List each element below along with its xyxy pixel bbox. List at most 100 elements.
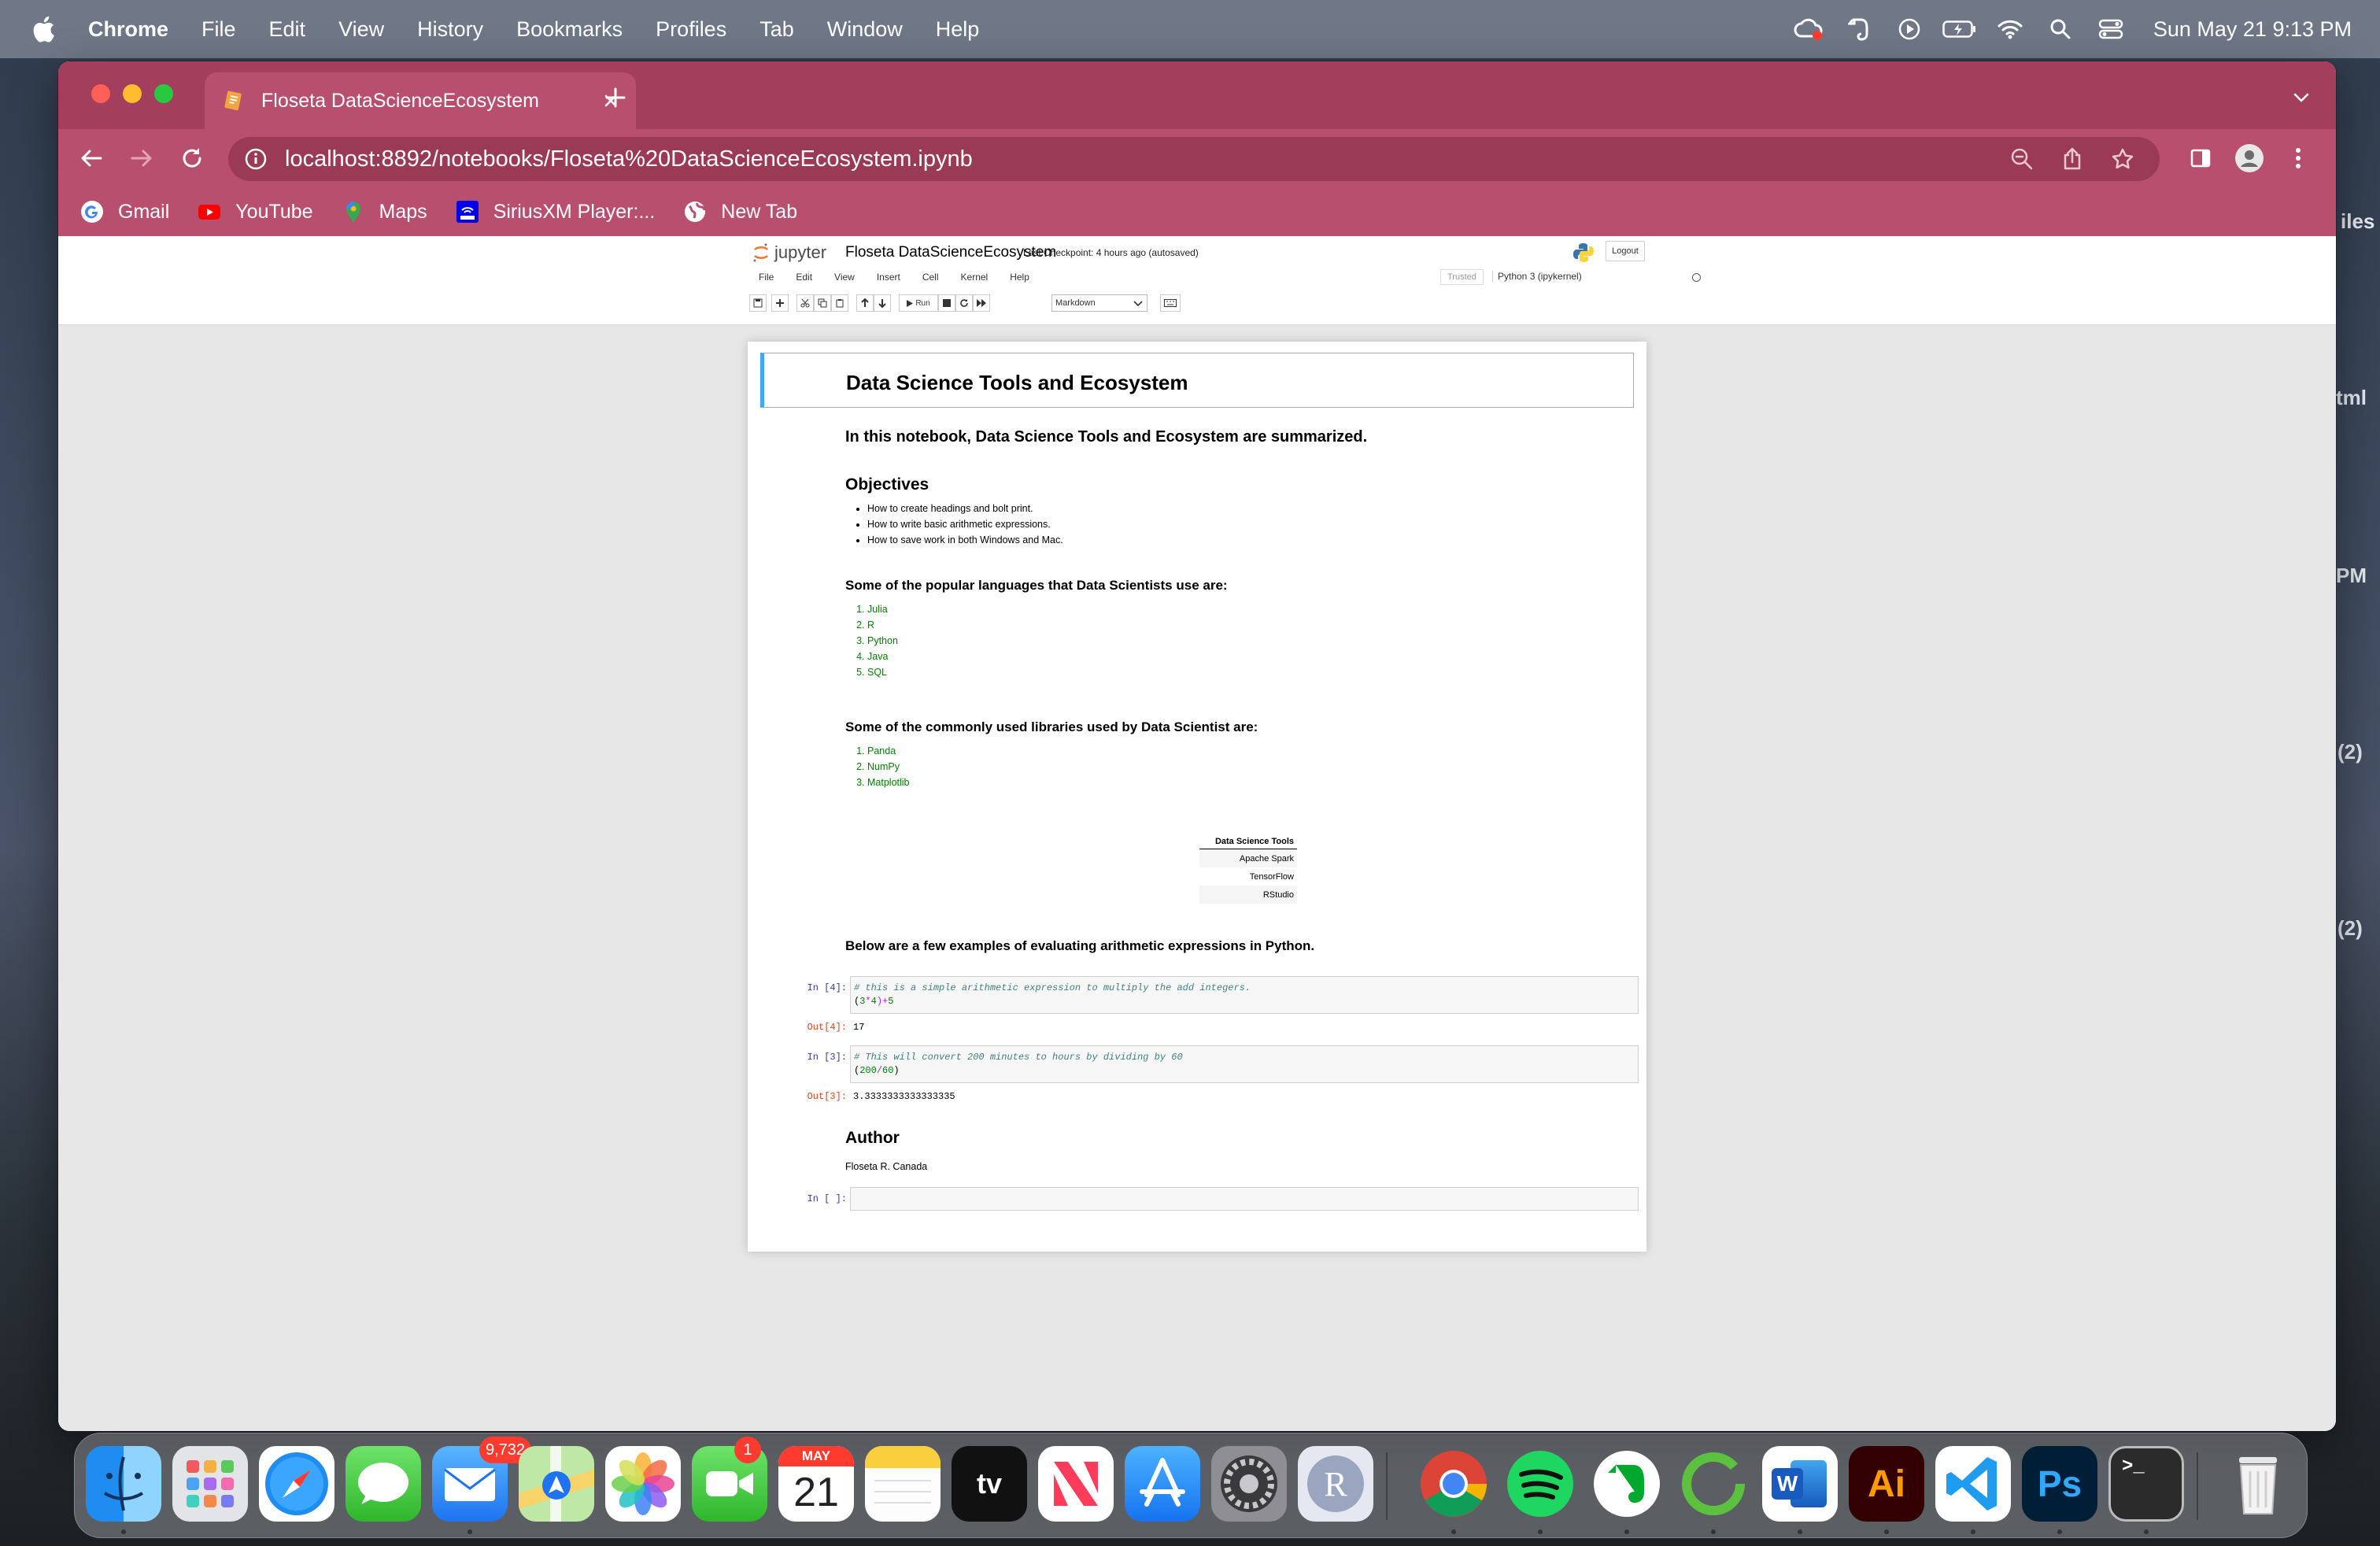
r-app-icon[interactable]: R	[1298, 1446, 1373, 1522]
ring-app-icon[interactable]	[1676, 1446, 1751, 1522]
profile-avatar-icon[interactable]	[2234, 142, 2265, 174]
kernel-name[interactable]: Python 3 (ipykernel)	[1492, 271, 1582, 282]
zoom-window-button[interactable]	[154, 84, 173, 103]
menu-history[interactable]: History	[417, 17, 483, 42]
copy-icon[interactable]	[814, 294, 831, 312]
photoshop-icon[interactable]: Ps	[2022, 1446, 2097, 1522]
insert-cell-plus-icon[interactable]	[771, 294, 789, 312]
chrome-menu-kebab-icon[interactable]	[2282, 142, 2314, 174]
control-center-icon[interactable]	[2094, 12, 2128, 46]
paste-icon[interactable]	[831, 294, 848, 312]
menu-app-name[interactable]: Chrome	[88, 17, 168, 42]
r-label: R	[1307, 1455, 1364, 1512]
jupyter-logo[interactable]: jupyter	[752, 242, 826, 263]
move-up-arrow-icon[interactable]	[856, 294, 874, 312]
launchpad-icon[interactable]	[172, 1446, 248, 1522]
jupyter-menu-edit[interactable]: Edit	[796, 272, 812, 283]
menu-edit[interactable]: Edit	[269, 17, 306, 42]
system-settings-icon[interactable]	[1211, 1446, 1287, 1522]
running-indicator	[121, 1529, 126, 1534]
reload-icon[interactable]	[176, 142, 208, 174]
code-cell-input[interactable]: # this is a simple arithmetic expression…	[850, 976, 1639, 1014]
cut-scissors-icon[interactable]	[796, 294, 814, 312]
illustrator-icon[interactable]: Ai	[1849, 1446, 1924, 1522]
app-store-icon[interactable]	[1125, 1446, 1200, 1522]
cell-output: 17	[853, 1022, 865, 1033]
spotify-icon[interactable]	[1502, 1446, 1578, 1522]
forward-arrow-icon[interactable]	[126, 142, 157, 174]
photos-icon[interactable]	[605, 1446, 681, 1522]
restart-kernel-icon[interactable]	[955, 294, 973, 312]
creative-cloud-icon[interactable]	[1791, 12, 1826, 46]
maps-icon[interactable]	[519, 1446, 594, 1522]
news-icon[interactable]	[1038, 1446, 1114, 1522]
logout-button[interactable]: Logout	[1606, 241, 1645, 261]
jupyter-menu-insert[interactable]: Insert	[877, 272, 900, 283]
selected-markdown-cell[interactable]: Data Science Tools and Ecosystem	[760, 353, 1634, 408]
share-icon[interactable]	[2059, 146, 2086, 172]
menu-tab[interactable]: Tab	[759, 17, 794, 42]
restart-run-all-icon[interactable]	[973, 294, 990, 312]
spotlight-search-icon[interactable]	[2043, 12, 2078, 46]
apple-tv-icon[interactable]: tv	[952, 1446, 1027, 1522]
code-cell-input[interactable]: # This will convert 200 minutes to hours…	[850, 1045, 1639, 1083]
bookmark-gmail[interactable]: Gmail	[80, 200, 169, 224]
bookmark-maps[interactable]: Maps	[342, 200, 427, 224]
tab-search-chevron-icon[interactable]	[2286, 82, 2317, 113]
code-line: (3*4)+5	[854, 995, 1635, 1008]
close-window-button[interactable]	[91, 84, 110, 103]
new-tab-icon[interactable]	[600, 82, 631, 113]
cell-type-select[interactable]: Markdown	[1051, 294, 1148, 312]
jupyter-menu-help[interactable]: Help	[1010, 272, 1029, 283]
command-palette-keyboard-icon[interactable]	[1160, 294, 1181, 312]
menu-view[interactable]: View	[338, 17, 384, 42]
save-icon[interactable]	[749, 294, 767, 312]
interrupt-stop-icon[interactable]	[938, 294, 955, 312]
back-arrow-icon[interactable]	[76, 142, 107, 174]
menu-file[interactable]: File	[201, 17, 236, 42]
apple-menu-icon[interactable]	[30, 16, 57, 43]
notes-icon[interactable]	[865, 1446, 941, 1522]
finder-icon[interactable]	[86, 1446, 161, 1522]
vscode-icon[interactable]	[1935, 1446, 2011, 1522]
minimize-window-button[interactable]	[123, 84, 142, 103]
run-button[interactable]: Run	[899, 294, 938, 312]
menu-window[interactable]: Window	[827, 17, 903, 42]
jupyter-menu-file[interactable]: File	[759, 272, 774, 283]
notebook-container: Data Science Tools and Ecosystem In this…	[748, 342, 1646, 1252]
bookmark-label: Maps	[379, 200, 427, 223]
terminal-icon[interactable]: >_	[2108, 1446, 2184, 1522]
menubar-clock[interactable]: Sun May 21 9:13 PM	[2153, 17, 2352, 42]
side-panel-icon[interactable]	[2185, 142, 2216, 174]
jupyter-menu-kernel[interactable]: Kernel	[961, 272, 989, 283]
url-text[interactable]: localhost:8892/notebooks/Floseta%20DataS…	[285, 146, 2009, 172]
bookmark-youtube[interactable]: YouTube	[198, 200, 313, 224]
zoom-icon[interactable]	[2009, 146, 2035, 172]
safari-icon[interactable]	[259, 1446, 334, 1522]
jupyter-menu-cell[interactable]: Cell	[922, 272, 939, 283]
calendar-icon[interactable]: MAY 21	[778, 1446, 854, 1522]
bookmark-siriusxm[interactable]: SiriusXM Player:...	[456, 200, 655, 224]
play-circle-icon[interactable]	[1892, 12, 1927, 46]
battery-icon[interactable]	[1942, 12, 1977, 46]
trusted-badge[interactable]: Trusted	[1440, 269, 1484, 285]
empty-code-cell[interactable]	[850, 1187, 1639, 1211]
jupyter-menu-view[interactable]: View	[834, 272, 855, 283]
wifi-icon[interactable]	[1993, 12, 2027, 46]
trash-icon[interactable]	[2220, 1446, 2296, 1522]
address-bar[interactable]: localhost:8892/notebooks/Floseta%20DataS…	[228, 137, 2160, 181]
bookmark-new-tab[interactable]: New Tab	[683, 200, 797, 224]
evernote-menu-icon[interactable]	[1842, 12, 1876, 46]
menu-profiles[interactable]: Profiles	[656, 17, 726, 42]
chrome-icon[interactable]	[1416, 1446, 1491, 1522]
bookmark-star-icon[interactable]	[2109, 146, 2136, 172]
site-info-icon[interactable]	[244, 147, 268, 171]
evernote-icon[interactable]	[1589, 1446, 1665, 1522]
menu-bookmarks[interactable]: Bookmarks	[516, 17, 623, 42]
microsoft-word-icon[interactable]: W	[1762, 1446, 1838, 1522]
messages-icon[interactable]	[346, 1446, 421, 1522]
tab-notebook[interactable]: Floseta DataScienceEcosystem	[205, 72, 636, 129]
move-down-arrow-icon[interactable]	[874, 294, 891, 312]
list-item: Panda	[867, 743, 910, 759]
menu-help[interactable]: Help	[936, 17, 980, 42]
